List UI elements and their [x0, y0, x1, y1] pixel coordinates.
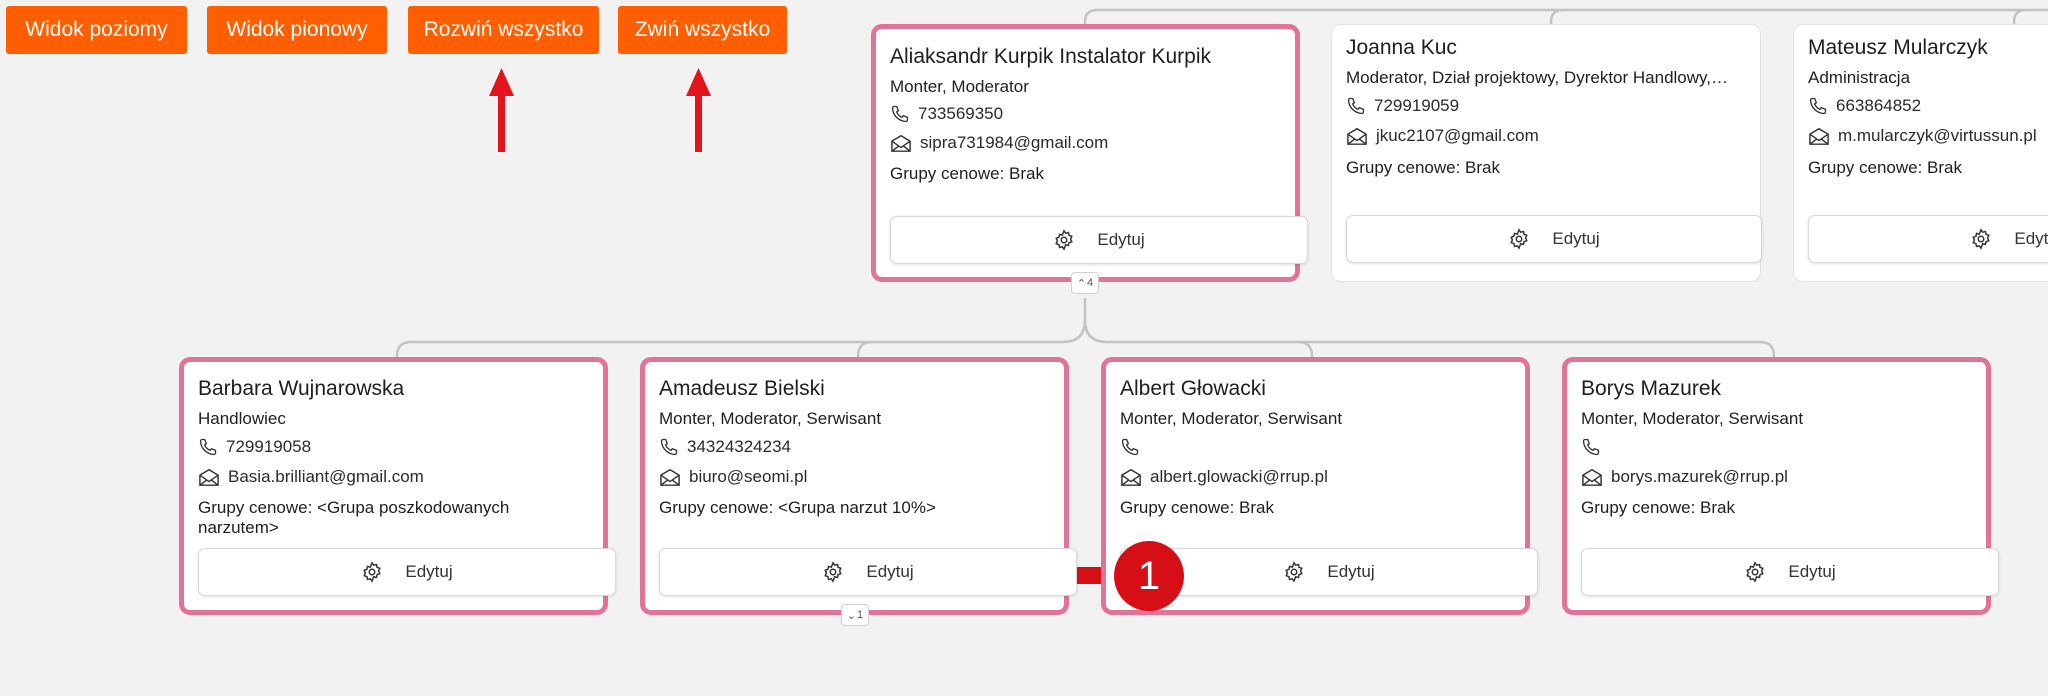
phone-number: 729919059 — [1374, 96, 1460, 115]
price-groups: Grupy cenowe: Brak — [890, 164, 1045, 183]
mail-icon — [1582, 468, 1602, 486]
price-groups: Grupy cenowe: Brak — [1808, 158, 1963, 177]
gear-icon — [1055, 229, 1074, 251]
edit-button[interactable]: Edytuj — [1808, 215, 2048, 263]
edit-button[interactable]: Edytuj — [890, 216, 1308, 264]
employee-name: Borys Mazurek — [1581, 377, 1722, 400]
chevron-down-icon: ⌄ — [846, 609, 857, 622]
employee-card: Aliaksandr Kurpik Instalator Kurpik Mont… — [871, 24, 1308, 282]
phone-icon — [1121, 438, 1139, 456]
employee-name: Joanna Kuc — [1346, 36, 1457, 59]
phone-row: 729919058 — [198, 437, 311, 457]
email-row: m.mularczyk@virtussun.pl — [1808, 126, 2037, 146]
employee-roles: Handlowiec — [198, 409, 286, 428]
email-address: biuro@seomi.pl — [689, 467, 808, 486]
email-address: Basia.brilliant@gmail.com — [228, 467, 424, 486]
phone-icon — [1809, 97, 1827, 115]
email-address: jkuc2107@gmail.com — [1376, 126, 1539, 145]
children-count: 1 — [857, 609, 864, 621]
gear-icon — [1972, 228, 1991, 250]
mail-icon — [891, 134, 911, 152]
employee-card: Amadeusz Bielski Monter, Moderator, Serw… — [640, 357, 1077, 615]
email-address: borys.mazurek@rrup.pl — [1611, 467, 1788, 486]
email-address: albert.glowacki@rrup.pl — [1150, 467, 1328, 486]
employee-roles: Monter, Moderator, Serwisant — [1120, 409, 1343, 428]
phone-row — [1581, 437, 1609, 457]
edit-label: Edytuj — [2014, 229, 2048, 248]
edit-label: Edytuj — [866, 562, 914, 581]
edit-button[interactable]: Edytuj — [1346, 215, 1762, 263]
edit-label: Edytuj — [1327, 562, 1375, 581]
employee-name: Amadeusz Bielski — [659, 377, 825, 400]
gear-icon — [1746, 561, 1765, 583]
phone-number: 663864852 — [1836, 96, 1922, 115]
phone-row: 663864852 — [1808, 96, 1921, 116]
employee-card: Borys Mazurek Monter, Moderator, Serwisa… — [1562, 357, 1999, 615]
email-address: m.mularczyk@virtussun.pl — [1838, 126, 2037, 145]
email-row: borys.mazurek@rrup.pl — [1581, 467, 1788, 487]
annotation-up-arrows — [489, 68, 711, 152]
employee-roles: Administracja — [1808, 68, 1911, 87]
phone-row: 729919059 — [1346, 96, 1459, 116]
phone-icon — [199, 438, 217, 456]
edit-label: Edytuj — [405, 562, 453, 581]
email-row: jkuc2107@gmail.com — [1346, 126, 1539, 146]
employee-card: Mateusz Mularczyk Administracja 66386485… — [1793, 24, 2048, 282]
employee-roles: Monter, Moderator, Serwisant — [1581, 409, 1804, 428]
email-row: biuro@seomi.pl — [659, 467, 807, 487]
phone-icon — [1347, 97, 1365, 115]
expand-children-toggle[interactable]: ⌄ 1 — [841, 604, 869, 626]
employee-card: Joanna Kuc Moderator, Dział projektowy, … — [1331, 24, 1762, 282]
phone-icon — [660, 438, 678, 456]
phone-row: 733569350 — [890, 104, 1003, 124]
price-groups: Grupy cenowe: Brak — [1581, 498, 1736, 517]
email-row: sipra731984@gmail.com — [890, 133, 1108, 153]
edit-label: Edytuj — [1788, 562, 1836, 581]
gear-icon — [1285, 561, 1304, 583]
mail-icon — [1809, 127, 1829, 145]
employee-name: Aliaksandr Kurpik Instalator Kurpik — [890, 45, 1211, 68]
edit-button[interactable]: Edytuj — [659, 548, 1077, 596]
phone-icon — [1582, 438, 1600, 456]
gear-icon — [363, 561, 382, 583]
employee-name: Albert Głowacki — [1120, 377, 1266, 400]
employee-card: Barbara Wujnarowska Handlowiec 729919058… — [179, 357, 616, 615]
vertical-view-button[interactable]: Widok pionowy — [207, 6, 387, 54]
step-number-badge: 1 — [1114, 541, 1184, 611]
mail-icon — [660, 468, 680, 486]
phone-number: 733569350 — [918, 104, 1004, 123]
edit-label: Edytuj — [1552, 229, 1600, 248]
expand-all-button[interactable]: Rozwiń wszystko — [408, 6, 599, 54]
collapse-all-button[interactable]: Zwiń wszystko — [618, 6, 787, 54]
edit-button[interactable]: Edytuj — [198, 548, 616, 596]
mail-icon — [1347, 127, 1367, 145]
edit-label: Edytuj — [1097, 230, 1145, 249]
mail-icon — [199, 468, 219, 486]
phone-row: 34324324234 — [659, 437, 791, 457]
employee-roles: Monter, Moderator, Serwisant — [659, 409, 882, 428]
employee-name: Barbara Wujnarowska — [198, 377, 405, 400]
chevron-up-icon: ⌃ — [1076, 277, 1087, 290]
phone-icon — [891, 105, 909, 123]
employee-roles: Moderator, Dział projektowy, Dyrektor Ha… — [1346, 68, 1729, 87]
horizontal-view-button[interactable]: Widok poziomy — [6, 6, 187, 54]
email-row: albert.glowacki@rrup.pl — [1120, 467, 1328, 487]
price-groups: Grupy cenowe: <Grupa narzut 10%> — [659, 498, 936, 517]
gear-icon — [824, 561, 843, 583]
children-count: 4 — [1087, 277, 1094, 289]
employee-roles: Monter, Moderator — [890, 77, 1029, 96]
collapse-children-toggle[interactable]: ⌃ 4 — [1071, 272, 1099, 294]
edit-button[interactable]: Edytuj — [1581, 548, 1999, 596]
gear-icon — [1510, 228, 1529, 250]
price-groups: Grupy cenowe: Brak — [1120, 498, 1275, 517]
email-row: Basia.brilliant@gmail.com — [198, 467, 424, 487]
employee-name: Mateusz Mularczyk — [1808, 36, 1988, 59]
email-address: sipra731984@gmail.com — [920, 133, 1109, 152]
mail-icon — [1121, 468, 1141, 486]
phone-number: 34324324234 — [687, 437, 792, 456]
price-groups: Grupy cenowe: Brak — [1346, 158, 1501, 177]
phone-number: 729919058 — [226, 437, 312, 456]
price-groups: Grupy cenowe: <Grupa poszkodowanych narz… — [198, 498, 510, 537]
phone-row — [1120, 437, 1148, 457]
